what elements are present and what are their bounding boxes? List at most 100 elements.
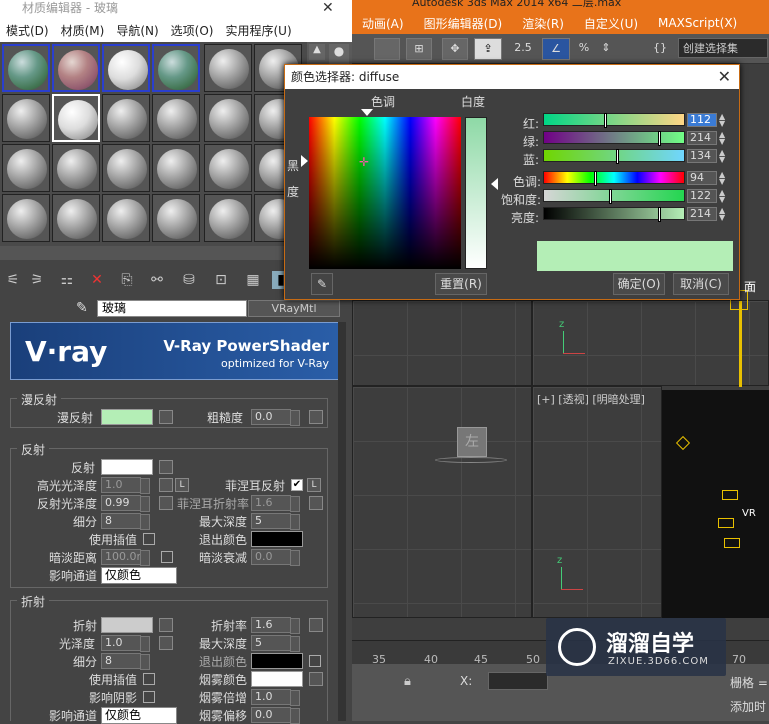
sample-slot[interactable] — [102, 94, 150, 142]
sample-slot[interactable] — [204, 194, 252, 242]
menu-modes[interactable]: 模式(D) — [0, 22, 55, 39]
material-id-icon[interactable]: ⊡ — [212, 271, 230, 289]
dim-distance-checkbox[interactable] — [161, 551, 173, 563]
saturation-slider[interactable] — [543, 189, 685, 204]
reflect-color-swatch[interactable] — [101, 459, 153, 475]
refr-subdivs-spinner[interactable]: 8 — [101, 653, 150, 670]
fog-mult-spinner[interactable]: 1.0 — [251, 689, 300, 706]
sample-slot[interactable] — [2, 94, 50, 142]
hue-slider[interactable] — [543, 171, 685, 186]
scroll-up-icon[interactable]: ▲ — [309, 44, 325, 60]
sample-slot[interactable] — [204, 144, 252, 192]
put-material-icon[interactable]: ⚞ — [28, 271, 46, 289]
refr-gloss-spinner[interactable]: 1.0 — [101, 635, 150, 652]
show-map-icon[interactable]: ▦ — [244, 271, 262, 289]
manipulate-icon[interactable]: ⇪ — [474, 38, 502, 60]
ior-spinner[interactable]: 1.6 — [251, 617, 300, 634]
diffuse-map-button[interactable] — [159, 410, 173, 424]
value-slider[interactable] — [543, 207, 685, 222]
refr-use-interp-checkbox[interactable] — [143, 673, 155, 685]
slider-handle[interactable] — [603, 113, 607, 128]
refr-max-depth-spinner[interactable]: 5 — [251, 635, 300, 652]
hue-value[interactable]: 94 — [687, 171, 717, 185]
menu-maxscript[interactable]: MAXScript(X) — [648, 16, 747, 30]
slider-handle[interactable] — [616, 149, 620, 164]
viewcube-left[interactable]: 左 — [457, 427, 487, 457]
green-value[interactable]: 214 — [687, 131, 717, 145]
hilight-gloss-map-button[interactable] — [159, 478, 173, 492]
refract-map-button[interactable] — [159, 618, 173, 632]
snap-value[interactable]: 2.5 — [510, 38, 536, 60]
refr-exit-color-swatch[interactable] — [251, 653, 303, 669]
put-library-icon[interactable]: ⛁ — [180, 271, 198, 289]
fresnel-ior-spinner[interactable]: 1.6 — [251, 495, 300, 512]
whiteness-bar[interactable] — [465, 117, 487, 269]
sample-slot[interactable] — [152, 194, 200, 242]
slider-handle[interactable] — [609, 189, 613, 204]
fog-color-swatch[interactable] — [251, 671, 303, 687]
angle-snap-icon[interactable]: ∠ — [542, 38, 570, 60]
sample-slot[interactable] — [52, 144, 100, 192]
sample-slot[interactable] — [102, 194, 150, 242]
red-value[interactable]: 112 — [687, 113, 717, 127]
saturation-spinner-icon[interactable]: ▲ ▼ — [719, 189, 729, 204]
sample-type-icon[interactable]: ● — [329, 44, 349, 64]
material-name-field[interactable]: 玻璃 — [97, 300, 247, 317]
refl-gloss-spinner[interactable]: 0.99 — [101, 495, 150, 512]
sample-slot[interactable] — [52, 44, 100, 92]
sample-slot-active[interactable] — [52, 94, 100, 142]
coord-x-field[interactable] — [488, 672, 548, 690]
hue-blackness-field[interactable]: ✛ — [309, 117, 461, 269]
view-dropdown[interactable] — [374, 38, 400, 60]
refr-affect-channels-dropdown[interactable]: 仅颜色 — [101, 707, 177, 724]
refl-exit-color-swatch[interactable] — [251, 531, 303, 547]
cancel-button[interactable]: 取消(C) — [673, 273, 729, 295]
sample-slot[interactable] — [152, 44, 200, 92]
slider-handle[interactable] — [658, 207, 662, 222]
viewport-perspective[interactable]: VR — [662, 390, 769, 618]
refr-gloss-map-button[interactable] — [159, 636, 173, 650]
fresnel-checkbox[interactable]: ✔ — [291, 479, 303, 491]
refract-color-swatch[interactable] — [101, 617, 153, 633]
refr-exit-color-checkbox[interactable] — [309, 655, 321, 667]
refl-use-interp-checkbox[interactable] — [143, 533, 155, 545]
close-icon[interactable]: ✕ — [322, 0, 334, 16]
saturation-value[interactable]: 122 — [687, 189, 717, 203]
reflect-map-button[interactable] — [159, 460, 173, 474]
viewport-top[interactable] — [352, 300, 532, 386]
sample-slot[interactable] — [204, 44, 252, 92]
refl-affect-channels-dropdown[interactable]: 仅颜色 — [101, 567, 177, 584]
copy-material-icon[interactable]: ⎘ — [118, 271, 136, 289]
blue-value[interactable]: 134 — [687, 149, 717, 163]
value-spinner-icon[interactable]: ▲ ▼ — [719, 207, 729, 222]
sample-slot[interactable] — [102, 44, 150, 92]
dim-falloff-spinner[interactable]: 0.0 — [251, 549, 300, 566]
selection-set-field[interactable]: 创建选择集 — [678, 38, 768, 58]
ior-map-button[interactable] — [309, 618, 323, 632]
menu-rendering[interactable]: 渲染(R) — [512, 15, 574, 32]
slider-handle[interactable] — [594, 171, 598, 186]
green-slider[interactable] — [543, 131, 685, 146]
menu-animation[interactable]: 动画(A) — [352, 15, 414, 32]
fresnel-ior-map-button[interactable] — [309, 496, 323, 510]
value-value[interactable]: 214 — [687, 207, 717, 221]
red-spinner-icon[interactable]: ▲ ▼ — [719, 113, 729, 128]
refl-subdivs-spinner[interactable]: 8 — [101, 513, 150, 530]
blue-slider[interactable] — [543, 149, 685, 164]
blackness-marker-icon[interactable] — [301, 155, 308, 167]
eyedropper-icon[interactable]: ✎ — [311, 273, 333, 295]
spinner-snap-icon[interactable]: ⇕ — [596, 38, 616, 60]
hilight-gloss-spinner[interactable]: 1.0 — [101, 477, 150, 494]
sample-slot[interactable] — [152, 144, 200, 192]
viewport-left[interactable]: 左 — [352, 386, 532, 618]
eyedropper-icon[interactable]: ✎ — [76, 300, 88, 316]
pivot-icon[interactable]: ⊞ — [406, 38, 432, 60]
lock-fresnel-button[interactable]: L — [307, 478, 321, 492]
red-slider[interactable] — [543, 113, 685, 128]
whiteness-marker-icon[interactable] — [491, 178, 498, 190]
menu-utilities[interactable]: 实用程序(U) — [219, 22, 297, 39]
material-type-button[interactable]: VRayMtl — [248, 300, 340, 317]
fog-color-map-button[interactable] — [309, 672, 323, 686]
lock-icon[interactable]: 🔒︎ — [404, 674, 411, 689]
sample-slot[interactable] — [2, 144, 50, 192]
